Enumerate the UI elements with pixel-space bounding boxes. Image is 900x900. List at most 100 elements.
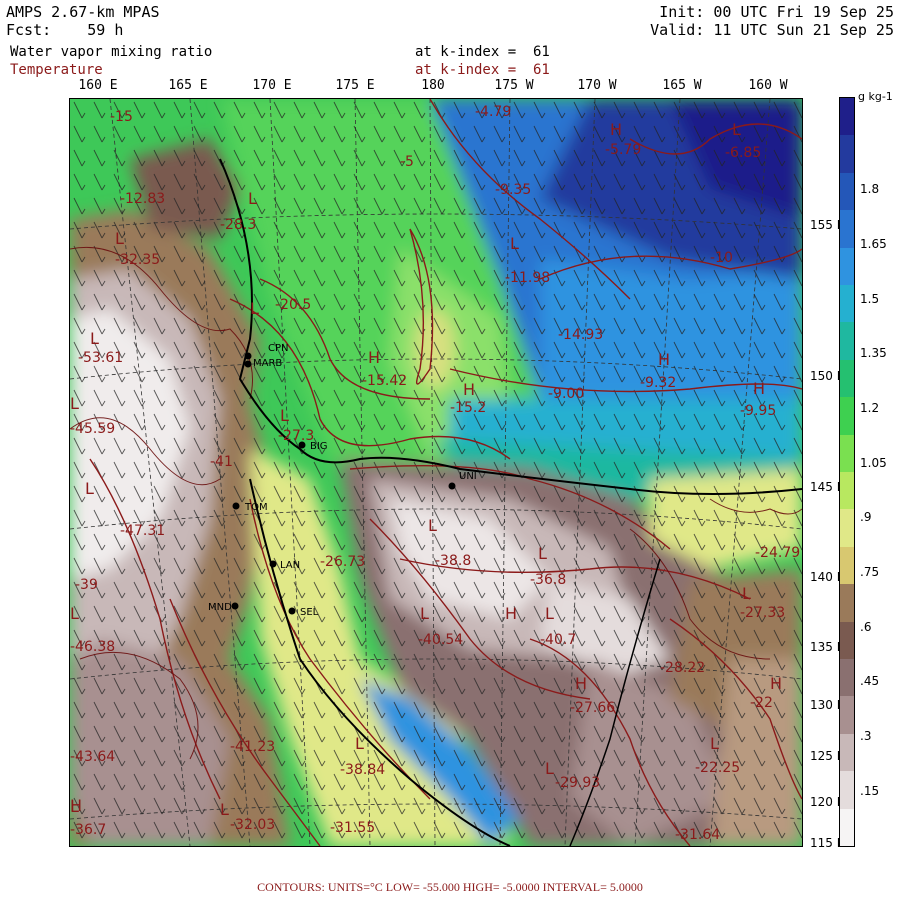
contour-label: -15.42	[362, 373, 407, 389]
contour-label: -38.84	[340, 762, 385, 778]
colorbar-segment	[840, 509, 854, 548]
contour-label: -15	[110, 109, 133, 125]
contour-label: -9.95	[740, 403, 776, 419]
colorbar-tick: .75	[860, 565, 880, 579]
longitude-label: 175 E	[335, 78, 375, 93]
contour-label: -36.7	[70, 822, 106, 838]
colorbar-segment	[840, 98, 854, 136]
contour-label: -28.22	[660, 660, 705, 676]
station-dot	[244, 352, 252, 360]
colorbar-units: g kg-1	[858, 90, 893, 103]
contour-label: -6.85	[725, 145, 761, 161]
low-marker: L	[428, 516, 437, 535]
station-label: UNI	[459, 471, 477, 482]
contour-label: -41	[210, 454, 233, 470]
low-marker: L	[710, 734, 719, 753]
contour-label: -46.38	[70, 639, 115, 655]
colorbar-segment	[840, 210, 854, 249]
colorbar-segment	[840, 322, 854, 361]
contour-label: -24.79	[755, 545, 800, 561]
low-marker: L	[538, 544, 547, 563]
forecast-label-text: Fcst:	[6, 21, 52, 39]
model-title: AMPS 2.67-km MPAS	[6, 3, 160, 21]
station-label: SEL	[300, 607, 319, 618]
contour-label: -9.00	[548, 386, 584, 402]
colorbar-tick: 1.8	[860, 182, 880, 196]
colorbar-segment	[840, 584, 854, 623]
contour-label: -40.54	[418, 632, 463, 648]
station-dot	[231, 602, 239, 610]
contour-label: -22	[750, 695, 773, 711]
contour-label: -15.2	[450, 400, 486, 416]
contour-label: -31.64	[675, 827, 720, 843]
low-marker: L	[545, 604, 554, 623]
contour-label: -20.5	[275, 297, 311, 313]
level-secondary: at k-index = 61	[415, 62, 550, 78]
high-marker: H	[770, 674, 782, 693]
forecast-label: Fcst: 59 h	[6, 22, 123, 39]
station-label: LAN	[280, 560, 300, 571]
contour-label: -14.93	[558, 327, 603, 343]
field-name-secondary: Temperature	[10, 62, 103, 78]
colorbar-tick: .9	[860, 510, 872, 524]
low-marker: L	[115, 229, 124, 248]
high-marker: H	[610, 120, 622, 139]
contour-label: -5	[400, 154, 414, 170]
colorbar-tick: 1.65	[860, 237, 887, 251]
station-label: MND	[208, 602, 232, 613]
longitude-label: 165 E	[168, 78, 208, 93]
low-marker: L	[250, 299, 259, 318]
colorbar-segment	[840, 733, 854, 772]
colorbar-segment	[840, 247, 854, 286]
contour-label: -29.93	[555, 775, 600, 791]
station-dot	[448, 482, 456, 490]
low-marker: L	[280, 406, 289, 425]
colorbar-segment	[840, 659, 854, 697]
field-name-primary: Water vapor mixing ratio	[10, 44, 213, 60]
station-dot	[288, 607, 296, 615]
contour-label: -5.79	[605, 142, 641, 158]
high-marker: H	[505, 604, 517, 623]
colorbar-segment	[840, 172, 854, 211]
low-marker: L	[355, 734, 364, 753]
longitude-label: 170 E	[252, 78, 292, 93]
colorbar-tick: 1.35	[860, 346, 887, 360]
colorbar-tick: .15	[860, 784, 880, 798]
high-marker: H	[658, 350, 670, 369]
wind-barbs	[70, 99, 802, 846]
low-marker: L	[220, 800, 229, 819]
contour-label: -31.55	[330, 820, 375, 836]
contour-label: -26.73	[320, 554, 365, 570]
longitude-label: 160 W	[748, 78, 788, 93]
contour-label: -27.3	[278, 428, 314, 444]
contour-label: -32.03	[230, 817, 275, 833]
colorbar-tick: .3	[860, 729, 872, 743]
contour-label: -47.31	[120, 523, 165, 539]
contour-label: -45.59	[70, 421, 115, 437]
contour-label: -27.33	[740, 605, 785, 621]
high-marker: H	[575, 674, 587, 693]
station-label: MARB	[253, 358, 282, 369]
colorbar-tick: 1.05	[860, 456, 887, 470]
low-marker: L	[545, 759, 554, 778]
colorbar-segment	[840, 359, 854, 398]
contour-label: -38.8	[435, 553, 471, 569]
low-marker: L	[70, 604, 79, 623]
contour-label: -4.79	[475, 104, 511, 120]
colorbar-tick: 1.2	[860, 401, 880, 415]
longitude-label: 170 W	[577, 78, 617, 93]
contour-label: -53.61	[78, 350, 123, 366]
colorbar-segment	[840, 771, 854, 810]
longitude-label: 180	[421, 78, 445, 93]
contour-label: -40.7	[540, 632, 576, 648]
contour-label: -41.23	[230, 739, 275, 755]
weather-map: -15 -12.83 -28.3 -32.35 -20.5 -53.61 -15…	[69, 98, 803, 847]
colorbar-segment	[840, 135, 854, 174]
low-marker: L	[732, 120, 741, 139]
contour-label: -9.35	[495, 182, 531, 198]
high-marker: H	[368, 348, 380, 367]
contour-label: -12.83	[120, 191, 165, 207]
station-label: BIG	[310, 441, 328, 452]
colorbar-segment	[840, 434, 854, 473]
colorbar-segment	[840, 621, 854, 660]
